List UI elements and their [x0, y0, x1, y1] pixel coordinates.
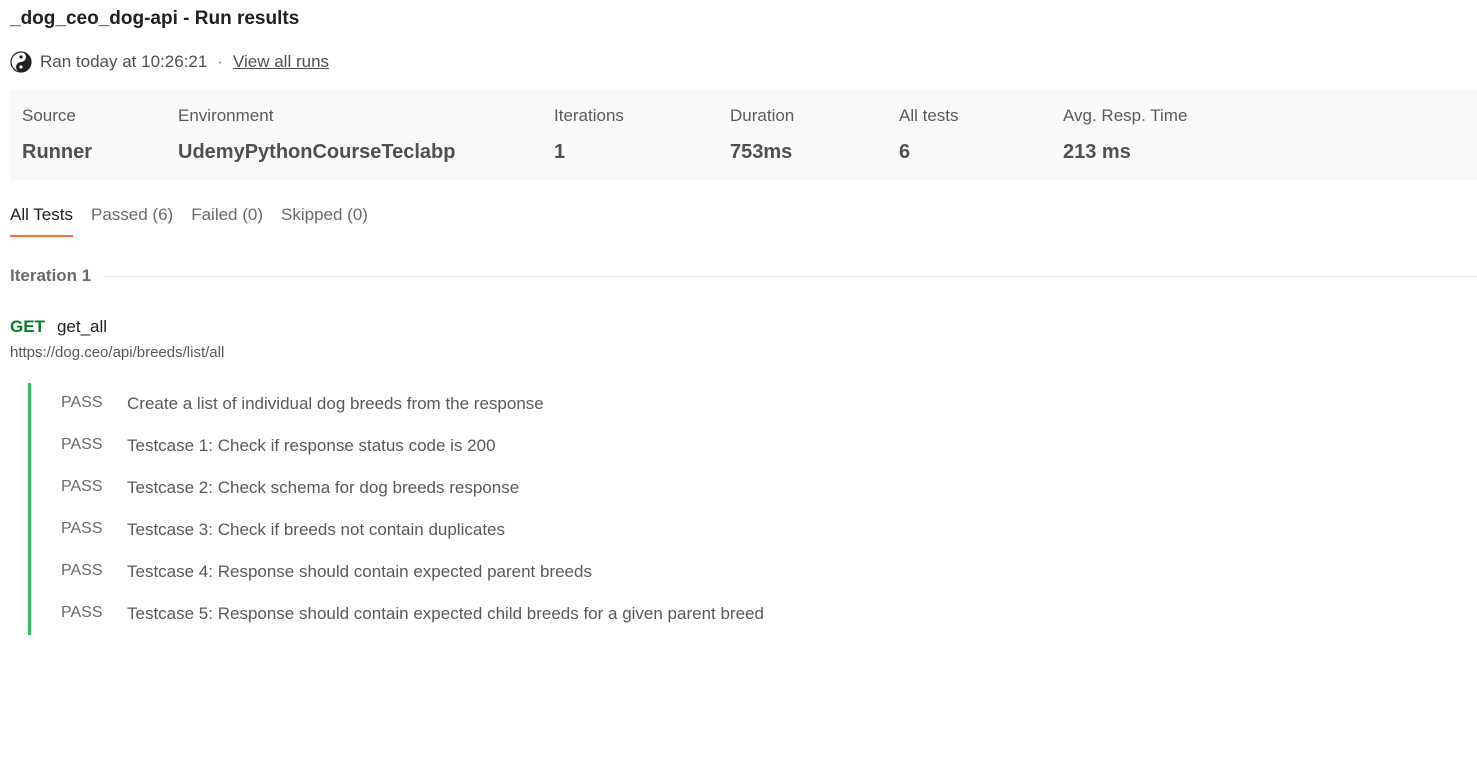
test-status: PASS: [61, 604, 103, 621]
test-name: Testcase 4: Response should contain expe…: [127, 562, 592, 581]
run-meta: Ran today at 10:26:21 · View all runs: [10, 51, 329, 73]
test-name: Testcase 5: Response should contain expe…: [127, 604, 764, 623]
stat-value: 213 ms: [1063, 141, 1131, 163]
stat-value: 1: [554, 141, 566, 163]
ran-timestamp: Ran today at 10:26:21: [40, 52, 208, 71]
tab-failed[interactable]: Failed (0): [191, 205, 263, 237]
stat-label: Duration: [730, 106, 795, 125]
stat-label: Source: [22, 106, 76, 125]
page-title: _dog_ceo_dog-api - Run results: [10, 8, 300, 29]
stat-label: Iterations: [554, 106, 624, 125]
http-method-badge: GET: [10, 317, 45, 336]
test-results-list: PASS Create a list of individual dog bre…: [28, 383, 931, 635]
iteration-header: Iteration 1: [10, 266, 1477, 286]
test-name: Testcase 2: Check schema for dog breeds …: [127, 478, 520, 497]
test-status: PASS: [61, 562, 103, 579]
stat-value: 6: [899, 141, 911, 163]
tab-all-tests[interactable]: All Tests: [10, 205, 73, 237]
test-status: PASS: [61, 478, 103, 495]
user-avatar-icon: [10, 51, 32, 73]
request-name[interactable]: get_all: [57, 317, 107, 337]
test-name: Create a list of individual dog breeds f…: [127, 394, 544, 413]
request-header: GET get_all: [10, 317, 224, 337]
test-result-row: PASS Testcase 2: Check schema for dog br…: [61, 478, 519, 498]
run-summary-panel: Source Runner Environment UdemyPythonCou…: [10, 90, 1477, 180]
run-results-page: _dog_ceo_dog-api - Run results Ran today…: [0, 0, 1477, 784]
stat-label: All tests: [899, 106, 959, 125]
stat-label: Environment: [178, 106, 274, 125]
stat-value: UdemyPythonCourseTeclabp: [178, 141, 456, 163]
divider: [103, 275, 1477, 277]
results-tabs: All Tests Passed (6) Failed (0) Skipped …: [10, 205, 386, 237]
tab-passed[interactable]: Passed (6): [91, 205, 173, 237]
test-result-row: PASS Testcase 5: Response should contain…: [61, 604, 764, 624]
test-status: PASS: [61, 394, 103, 411]
test-result-row: PASS Testcase 4: Response should contain…: [61, 562, 592, 582]
request-block: GET get_all https://dog.ceo/api/breeds/l…: [10, 317, 224, 361]
stat-value: 753ms: [730, 141, 793, 163]
iteration-label: Iteration 1: [10, 266, 92, 285]
test-result-row: PASS Testcase 1: Check if response statu…: [61, 436, 496, 456]
test-name: Testcase 1: Check if response status cod…: [127, 436, 496, 455]
test-status: PASS: [61, 436, 103, 453]
stat-label: Avg. Resp. Time: [1063, 106, 1188, 125]
meta-separator: ·: [217, 52, 223, 71]
view-all-runs-link[interactable]: View all runs: [233, 52, 329, 72]
stat-value: Runner: [22, 141, 92, 163]
request-url: https://dog.ceo/api/breeds/list/all: [10, 344, 225, 361]
test-name: Testcase 3: Check if breeds not contain …: [127, 520, 505, 539]
test-status: PASS: [61, 520, 103, 537]
test-result-row: PASS Testcase 3: Check if breeds not con…: [61, 520, 505, 540]
tab-skipped[interactable]: Skipped (0): [281, 205, 368, 237]
test-result-row: PASS Create a list of individual dog bre…: [61, 394, 544, 414]
